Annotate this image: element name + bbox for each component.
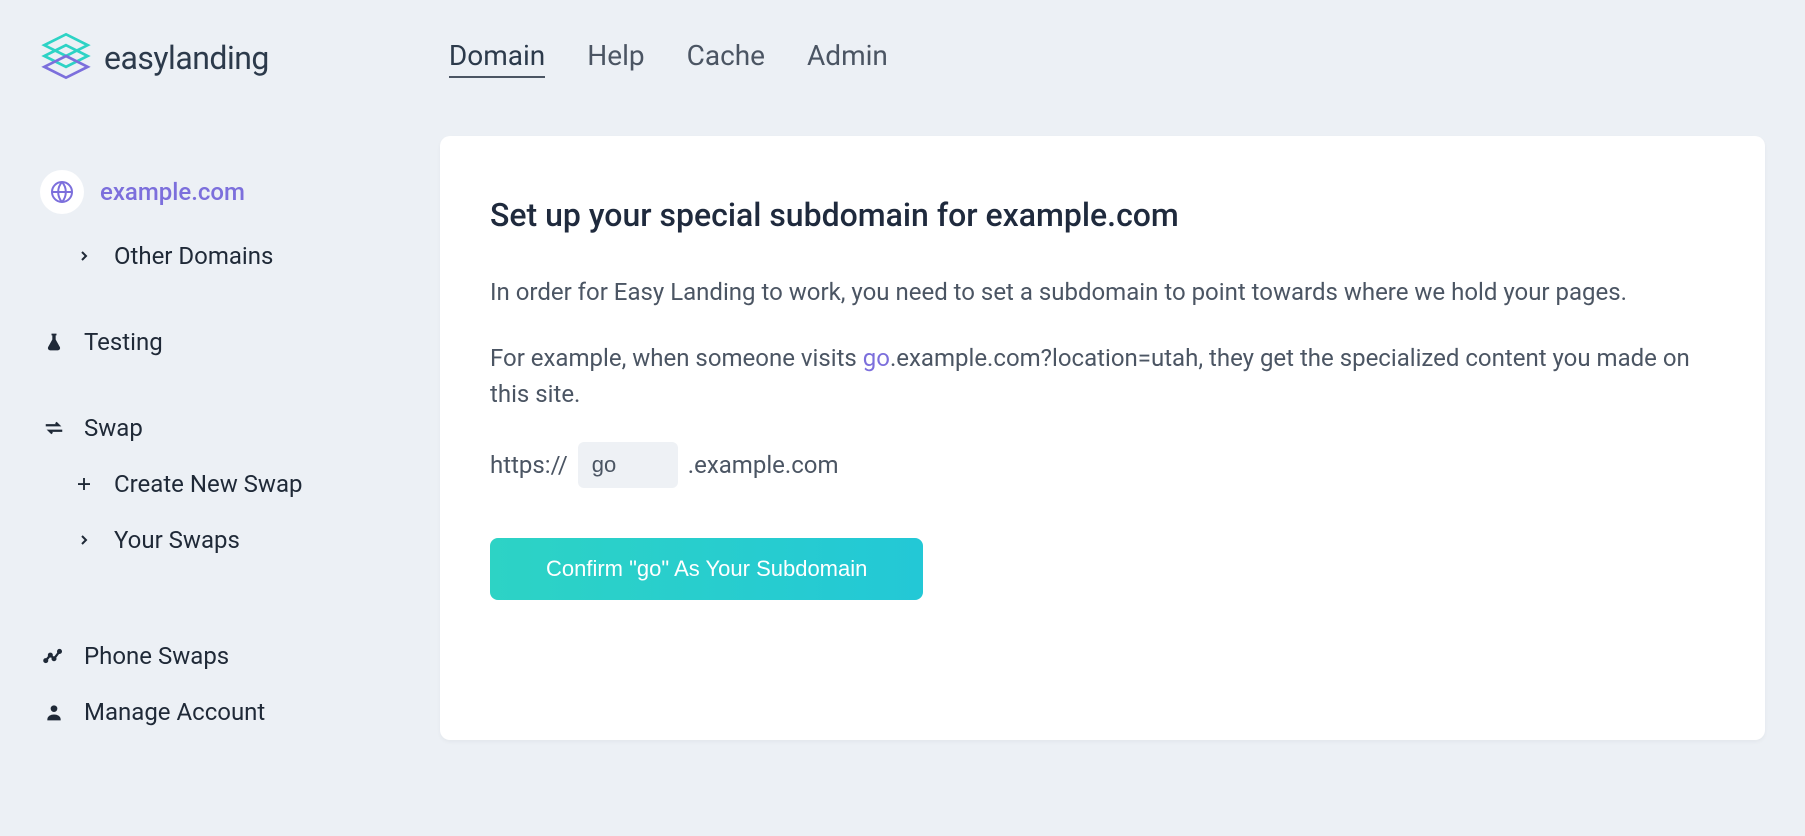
chevron-right-icon <box>70 248 98 264</box>
subdomain-input[interactable] <box>578 442 678 488</box>
flask-icon <box>40 332 68 352</box>
sidebar-item-label: Your Swaps <box>114 526 240 554</box>
swap-icon <box>40 417 68 439</box>
sidebar-your-swaps[interactable]: Your Swaps <box>40 512 400 568</box>
sidebar-item-label: Swap <box>84 414 143 442</box>
nav-help[interactable]: Help <box>587 39 644 78</box>
intro-paragraph-1: In order for Easy Landing to work, you n… <box>490 274 1715 310</box>
p2-highlight: go <box>863 344 890 372</box>
sidebar-item-label: Other Domains <box>114 242 273 270</box>
sidebar-testing[interactable]: Testing <box>40 314 400 370</box>
top-nav: Domain Help Cache Admin <box>449 39 888 78</box>
confirm-subdomain-button[interactable]: Confirm "go" As Your Subdomain <box>490 538 923 600</box>
sidebar-domain-label: example.com <box>100 178 245 206</box>
sidebar-item-label: Create New Swap <box>114 470 303 498</box>
protocol-label: https:// <box>490 451 568 479</box>
sidebar-swap[interactable]: Swap <box>40 400 400 456</box>
layers-icon <box>40 30 92 86</box>
nav-cache[interactable]: Cache <box>687 39 765 78</box>
brand-logo[interactable]: easylanding <box>40 30 269 86</box>
app-header: easylanding Domain Help Cache Admin <box>0 0 1805 96</box>
sidebar-current-domain[interactable]: example.com <box>40 156 400 228</box>
sidebar-phone-swaps[interactable]: Phone Swaps <box>40 628 400 684</box>
person-icon <box>40 702 68 722</box>
trend-icon <box>40 645 68 667</box>
sidebar-other-domains[interactable]: Other Domains <box>40 228 400 284</box>
intro-paragraph-2: For example, when someone visits go.exam… <box>490 340 1715 412</box>
globe-icon <box>40 170 84 214</box>
nav-admin[interactable]: Admin <box>807 39 888 78</box>
main-card: Set up your special subdomain for exampl… <box>440 136 1765 740</box>
sidebar-manage-account[interactable]: Manage Account <box>40 684 400 740</box>
chevron-right-icon <box>70 532 98 548</box>
domain-suffix: .example.com <box>688 451 839 479</box>
sidebar-create-new-swap[interactable]: Create New Swap <box>40 456 400 512</box>
subdomain-row: https:// .example.com <box>490 442 1715 488</box>
plus-icon <box>70 475 98 493</box>
sidebar-item-label: Testing <box>84 328 163 356</box>
p2-pre: For example, when someone visits <box>490 344 863 372</box>
brand-name: easylanding <box>104 39 269 77</box>
sidebar: example.com Other Domains Testing Swap <box>40 136 400 740</box>
sidebar-item-label: Phone Swaps <box>84 642 229 670</box>
page-title: Set up your special subdomain for exampl… <box>490 196 1715 234</box>
sidebar-item-label: Manage Account <box>84 698 265 726</box>
nav-domain[interactable]: Domain <box>449 39 545 78</box>
